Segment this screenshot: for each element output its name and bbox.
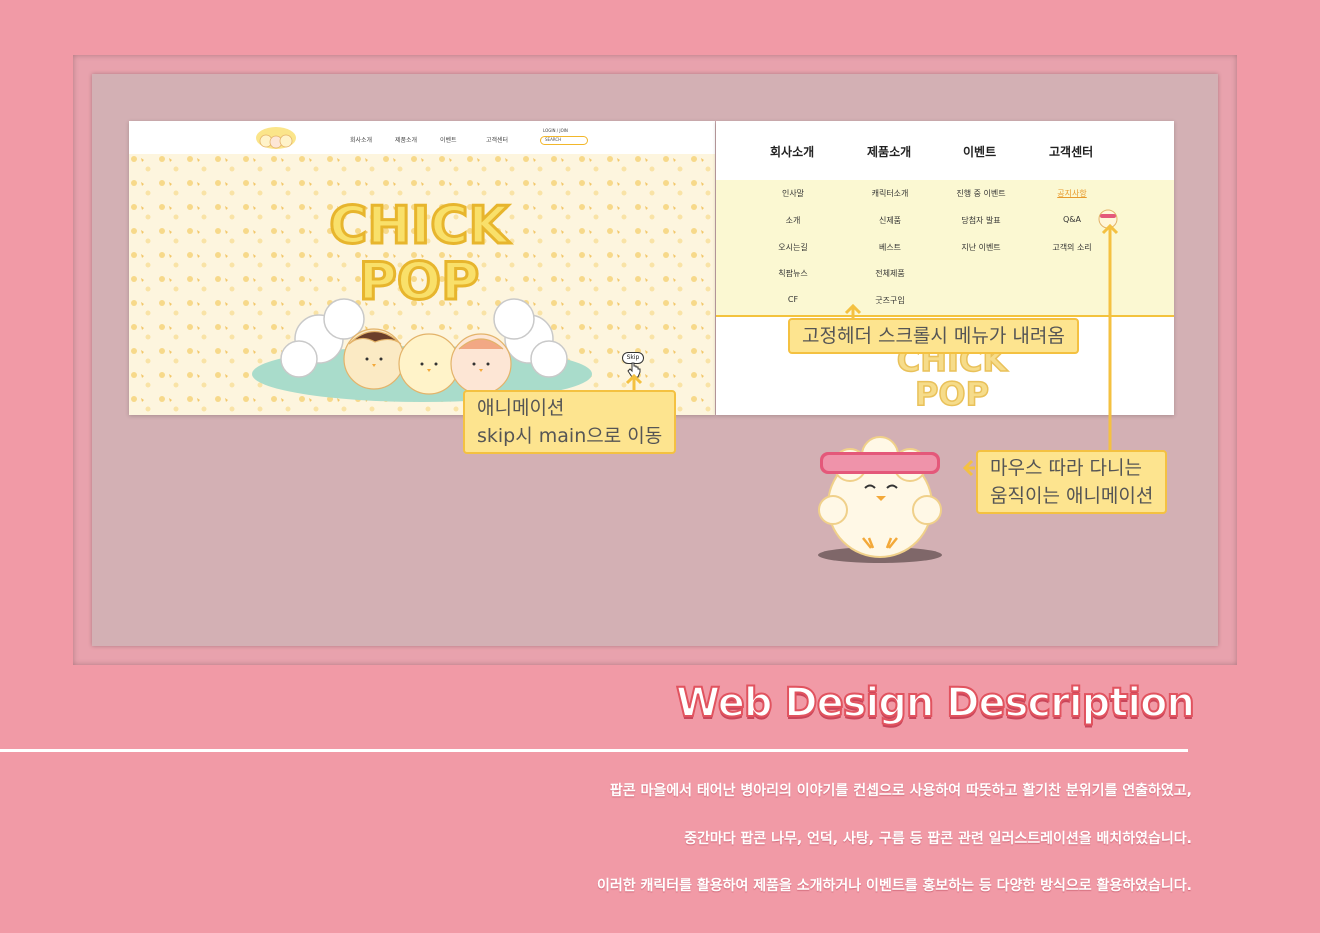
callout-skip-line1: 애니메이션 <box>477 397 565 419</box>
callout-mouse-line2: 움직이는 애니메이션 <box>990 485 1154 507</box>
chick-mascot <box>818 436 942 563</box>
description-line-3: 이러한 캐릭터를 활용하여 제품을 소개하거나 이벤트를 홍보하는 등 다양한 … <box>596 878 1192 894</box>
description-line-2: 중간마다 팝콘 나무, 언덕, 사탕, 구름 등 팝콘 관련 일러스트레이션을 … <box>684 831 1192 847</box>
callout-mouse-follow: 마우스 따라 다니는 움직이는 애니메이션 <box>976 450 1168 514</box>
callout-sticky-header: 고정헤더 스크롤시 메뉴가 내려옴 <box>788 318 1079 354</box>
divider <box>0 749 1188 752</box>
callout-skip-line2: skip시 main으로 이동 <box>477 425 663 447</box>
section-title: Web Design Description <box>675 679 1196 727</box>
description-line-1: 팝콘 마을에서 태어난 병아리의 이야기를 컨셉으로 사용하여 따뜻하고 활기찬… <box>609 783 1192 799</box>
callout-skip: 애니메이션 skip시 main으로 이동 <box>463 390 677 454</box>
callout-mouse-line1: 마우스 따라 다니는 <box>990 457 1142 479</box>
